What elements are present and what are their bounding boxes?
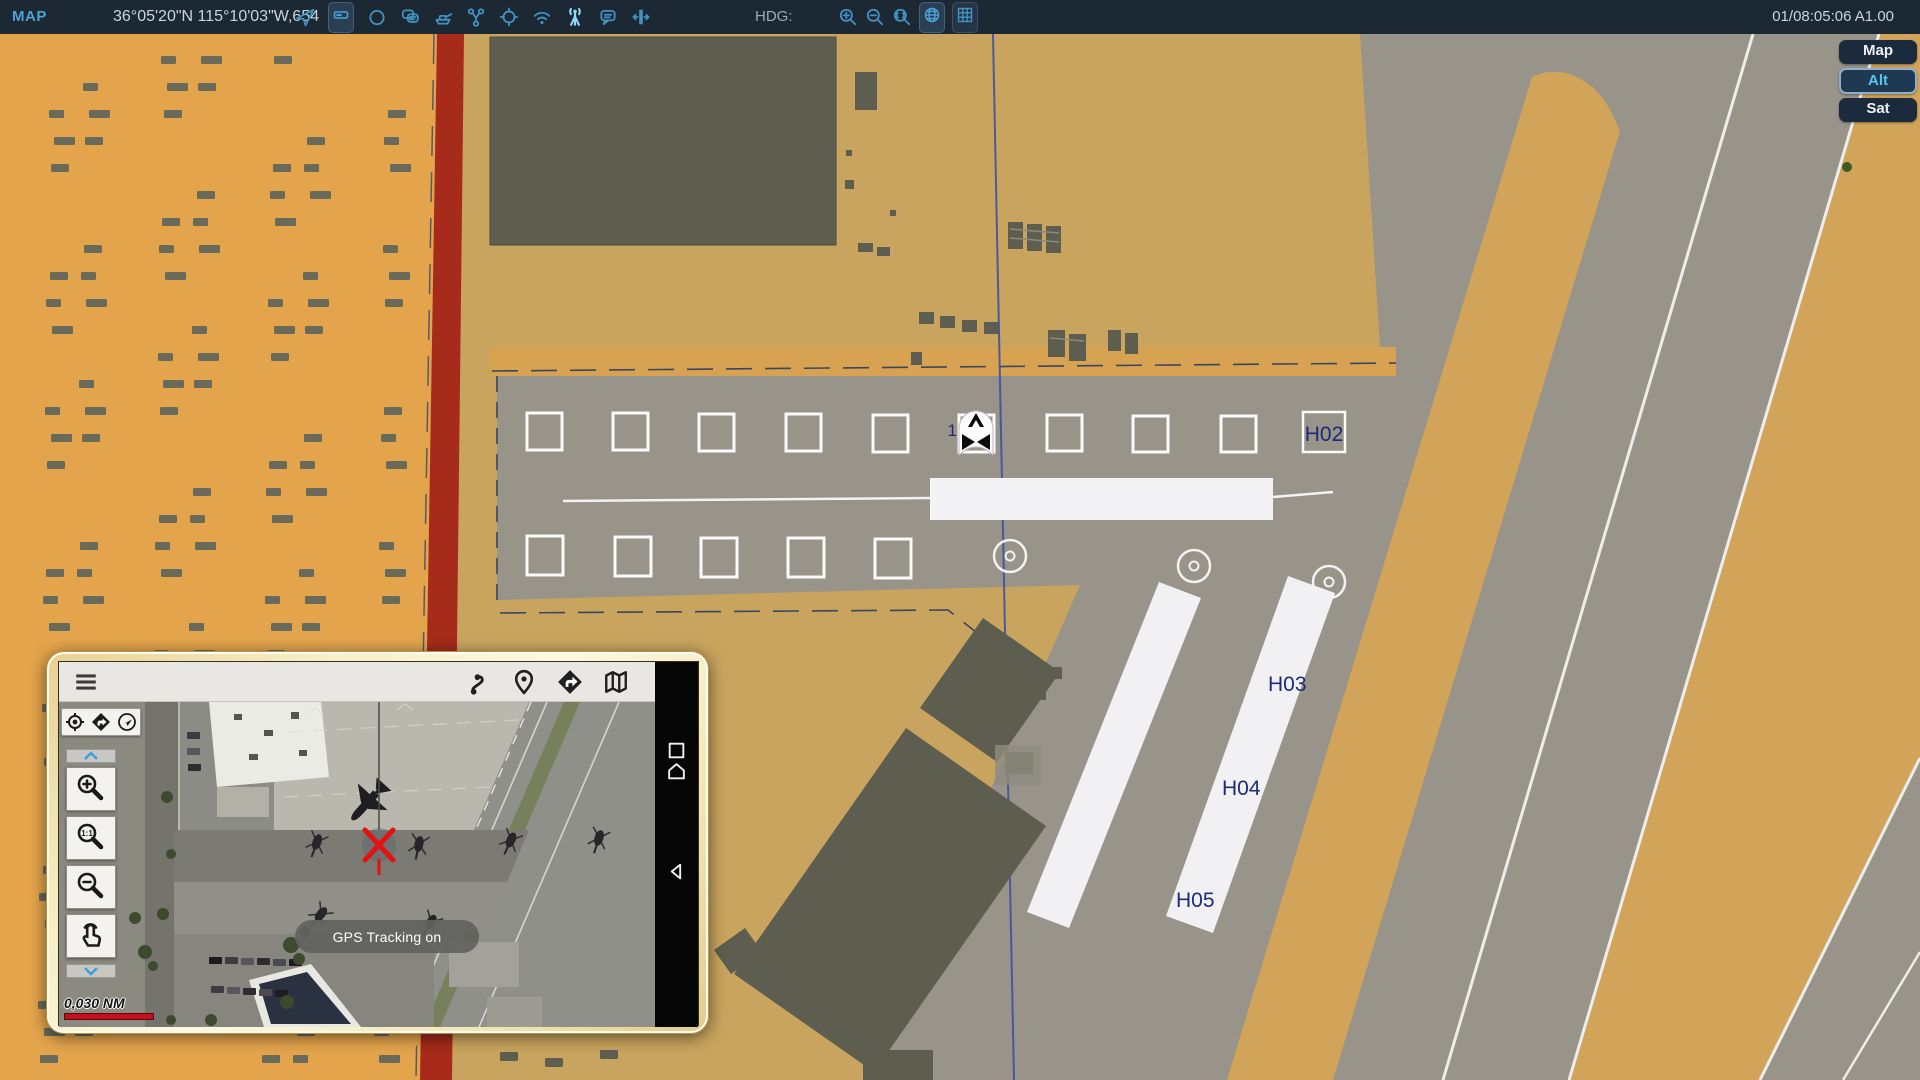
navigation-mini-icon[interactable]: [91, 712, 111, 732]
recents-icon[interactable]: [666, 740, 687, 761]
helipad-h01-index: 1: [948, 421, 957, 440]
scroll-down-chevron[interactable]: [66, 964, 116, 978]
helipad-label-h04: H04: [1222, 777, 1261, 800]
zoom-in-button[interactable]: [66, 767, 116, 811]
sat-white-building: [209, 702, 329, 787]
touch-pan-button[interactable]: [66, 914, 116, 958]
gray-pad: [995, 745, 1041, 785]
sat-heli-strip: [174, 830, 529, 882]
grid-icon[interactable]: [952, 2, 978, 33]
heading-label: HDG:: [755, 0, 793, 34]
page-title: MAP: [12, 0, 47, 34]
helipad-label-h03: H03: [1268, 673, 1307, 696]
share-network-icon[interactable]: [466, 7, 486, 27]
tree: [1842, 162, 1852, 172]
coordinates-readout: 36°05'20"N 115°10'03"W,654: [113, 0, 319, 34]
split-horizontal-icon[interactable]: [631, 7, 651, 27]
apron-top-strip: [490, 347, 1396, 376]
wifi-icon[interactable]: [532, 7, 552, 27]
chat-layers-icon[interactable]: [400, 7, 420, 27]
navigate-icon[interactable]: [295, 7, 315, 27]
navigation-icon[interactable]: [557, 669, 583, 695]
phone-map[interactable]: 1:1 GPS Tracking on 0,030 NM: [59, 702, 657, 1027]
map-scale-bar: [64, 1013, 154, 1020]
tank-icon[interactable]: [433, 7, 453, 27]
crosshair-icon[interactable]: [499, 7, 519, 27]
sat-pad: [217, 787, 269, 817]
helipad-label-h05: H05: [1176, 889, 1215, 912]
layer-button-map[interactable]: Map: [1839, 40, 1917, 64]
helipad-label-h02: H02: [1305, 423, 1344, 446]
zoom-out-button[interactable]: [66, 865, 116, 909]
white-building: [930, 478, 1273, 520]
banner-icon[interactable]: [328, 2, 354, 33]
scroll-up-chevron[interactable]: [66, 749, 116, 763]
phone-mini-toolbar: [61, 708, 141, 736]
layer-controls: Map Alt Sat: [1839, 40, 1917, 122]
app-window: 1 H02 H03 H04 H05 MAP 36°05'20"N 115°10'…: [0, 0, 1920, 1080]
zoom-out-icon[interactable]: [865, 7, 885, 27]
phone-toolbar: [59, 662, 657, 702]
radio-tower-icon[interactable]: [565, 7, 585, 27]
menu-icon[interactable]: [73, 669, 99, 695]
zoom-reset-button[interactable]: 1:1: [66, 816, 116, 860]
home-icon[interactable]: [666, 761, 687, 782]
gps-toast: GPS Tracking on: [295, 920, 479, 953]
send-icon[interactable]: [117, 712, 137, 732]
location-pin-icon[interactable]: [511, 669, 537, 695]
layer-button-alt[interactable]: Alt: [1839, 68, 1917, 94]
phone-screen: 1:1 GPS Tracking on 0,030 NM: [58, 661, 699, 1026]
layer-button-sat[interactable]: Sat: [1839, 98, 1917, 122]
gps-target-icon[interactable]: [65, 712, 85, 732]
clock-readout: 01/08:05:06 A1.00: [1772, 0, 1894, 34]
zoom-in-icon[interactable]: [838, 7, 858, 27]
svg-text:1:1: 1:1: [81, 829, 93, 838]
map-scale-label: 0,030 NM: [64, 995, 125, 1011]
sat-street: [145, 702, 179, 1027]
sat-pad-3: [487, 997, 542, 1027]
phone-window[interactable]: 1:1 GPS Tracking on 0,030 NM: [46, 651, 709, 1034]
chat-icon[interactable]: [598, 7, 618, 27]
circle-icon[interactable]: [367, 7, 387, 27]
globe-icon[interactable]: [919, 2, 945, 33]
phone-navbar: [655, 662, 698, 1027]
toolbar-left-icons: [295, 0, 651, 34]
back-icon[interactable]: [666, 861, 687, 882]
zoom-select-icon[interactable]: [892, 7, 912, 27]
top-bar: MAP 36°05'20"N 115°10'03"W,654: [0, 0, 1920, 34]
route-icon[interactable]: [465, 669, 491, 695]
toolbar-zoom-icons: [838, 0, 978, 34]
large-building: [490, 37, 836, 245]
folded-map-icon[interactable]: [603, 669, 629, 695]
